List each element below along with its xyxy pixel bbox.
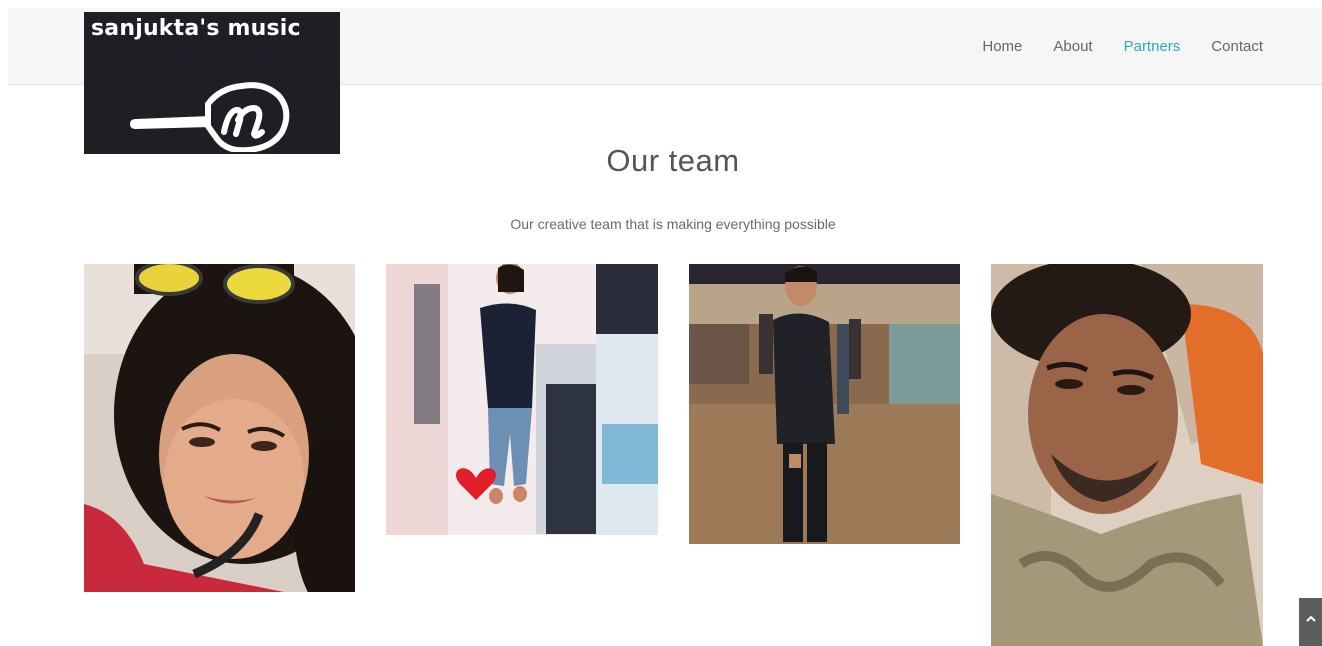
scroll-to-top-button[interactable]: [1299, 598, 1322, 646]
site-logo[interactable]: sanjukta's music: [84, 12, 340, 154]
team-member-photo-3: [689, 264, 960, 544]
team-subtitle: Our creative team that is making everyth…: [510, 216, 836, 232]
windows-activation-watermark: Windo: [1262, 616, 1302, 632]
nav-contact[interactable]: Contact: [1211, 38, 1263, 55]
team-member-photo-1: [84, 264, 355, 592]
nav-home[interactable]: Home: [982, 38, 1022, 55]
guitar-n-logo-icon: [130, 82, 290, 152]
chevron-up-icon: [1306, 615, 1316, 622]
brand-name: sanjukta's music: [91, 16, 301, 41]
page: Home About Partners Contact sanjukta's m…: [0, 0, 1322, 646]
main-nav: Home About Partners Contact: [951, 38, 1263, 55]
team-member-photo-2: [386, 264, 658, 535]
team-member-photo-4: [991, 264, 1263, 646]
nav-about[interactable]: About: [1053, 38, 1092, 55]
nav-partners[interactable]: Partners: [1124, 38, 1181, 55]
